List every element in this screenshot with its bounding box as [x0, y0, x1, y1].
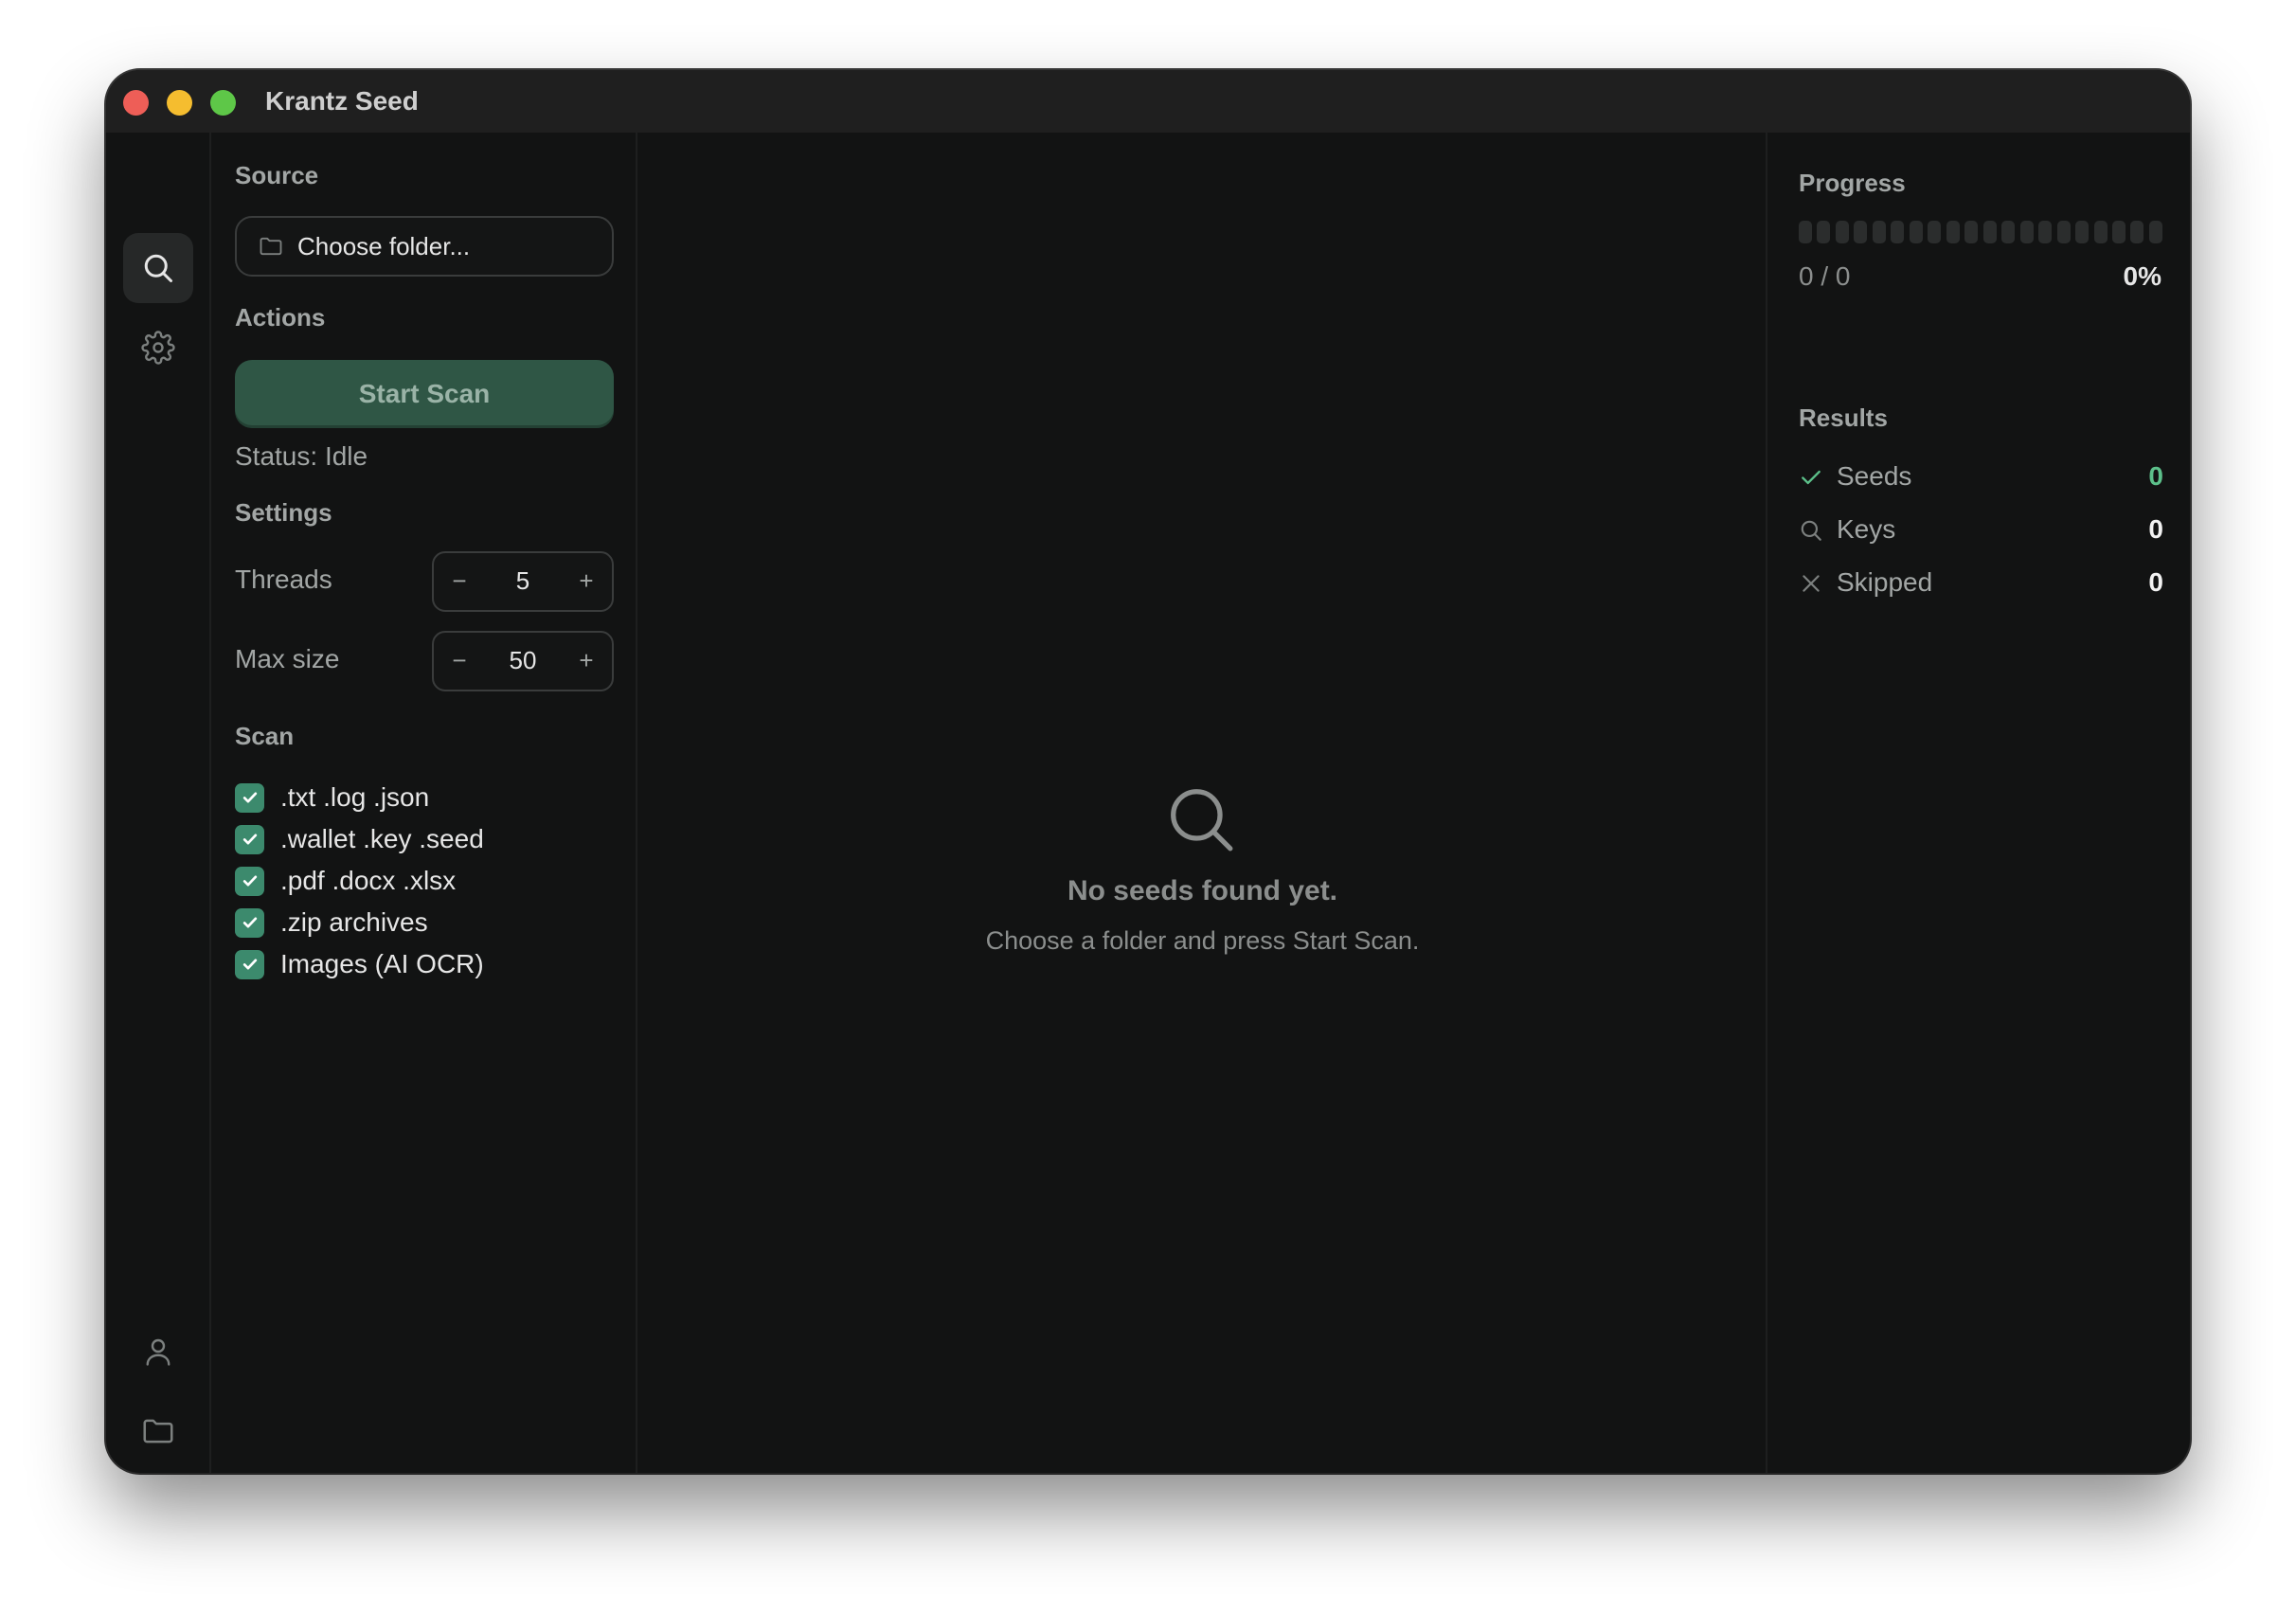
choose-folder-button[interactable]: Choose folder... [235, 216, 614, 277]
search-icon [1171, 789, 1233, 852]
progress-segment [2019, 221, 2034, 243]
minimize-window-button[interactable] [167, 90, 192, 116]
threads-increment-button[interactable]: + [567, 566, 605, 596]
result-value: 0 [2148, 567, 2163, 597]
progress-segment [2001, 221, 2016, 243]
progress-segment [1909, 221, 1923, 243]
max-size-setting: Max size − 50 + [235, 631, 614, 691]
scan-option-label: Images (AI OCR) [280, 949, 484, 978]
checkmark-icon [242, 875, 257, 887]
progress-segment [2056, 221, 2071, 243]
icon-rail [106, 133, 211, 1473]
scan-option-row[interactable]: .wallet .key .seed [235, 822, 484, 856]
progress-percent: 0% [2123, 261, 2161, 291]
progress-segment [1964, 221, 1979, 243]
max-size-decrement-button[interactable]: − [440, 646, 478, 675]
status-text: Status: Idle [235, 441, 368, 471]
window-title: Krantz Seed [265, 86, 419, 116]
settings-heading: Settings [235, 498, 332, 527]
rail-folder-button[interactable] [123, 1396, 193, 1466]
stats-panel: Progress 0 / 0 0% Results Seeds 0 Keys 0… [1766, 133, 2190, 1473]
scan-option-row[interactable]: .zip archives [235, 906, 428, 940]
checkmark-icon [242, 917, 257, 928]
max-size-increment-button[interactable]: + [567, 646, 605, 675]
start-scan-button[interactable]: Start Scan [235, 360, 614, 428]
progress-segment [1835, 221, 1849, 243]
threads-stepper: − 5 + [432, 551, 614, 612]
progress-segment [1854, 221, 1868, 243]
scan-option-label: .txt .log .json [280, 782, 430, 812]
scan-option-label: .wallet .key .seed [280, 824, 484, 853]
progress-bar [1799, 221, 2162, 243]
threads-setting: Threads − 5 + [235, 551, 614, 612]
progress-segment [1982, 221, 1997, 243]
source-heading: Source [235, 161, 319, 189]
empty-state-title: No seeds found yet. [1067, 875, 1338, 906]
rail-account-button[interactable] [123, 1317, 193, 1387]
progress-segment [1799, 221, 1812, 243]
scan-option-row[interactable]: Images (AI OCR) [235, 947, 484, 981]
max-size-label: Max size [235, 644, 340, 673]
progress-segment [2038, 221, 2053, 243]
scan-option-checkbox[interactable] [235, 866, 264, 896]
empty-state-subtitle: Choose a folder and press Start Scan. [985, 926, 1420, 955]
x-icon [1803, 575, 1820, 592]
checkmark-icon [242, 959, 257, 970]
control-panel: Source Choose folder... Actions Start Sc… [212, 133, 637, 1473]
check-icon [1802, 470, 1821, 485]
folder-icon [143, 1419, 173, 1444]
max-size-stepper: − 50 + [432, 631, 614, 691]
progress-segment [1891, 221, 1905, 243]
result-value: 0 [2148, 461, 2163, 491]
folder-icon [260, 237, 282, 256]
checkmark-icon [242, 834, 257, 845]
search-icon [1801, 520, 1821, 541]
scan-option-checkbox[interactable] [235, 824, 264, 854]
app-window: Krantz Seed Source Choose folder... Acti… [106, 70, 2190, 1473]
progress-segment [1872, 221, 1886, 243]
close-window-button[interactable] [123, 90, 149, 116]
results-area: No seeds found yet. Choose a folder and … [639, 133, 1766, 1473]
max-size-value[interactable]: 50 [481, 646, 565, 675]
result-label: Seeds [1837, 461, 1912, 491]
scan-option-row[interactable]: .txt .log .json [235, 780, 429, 815]
scan-option-checkbox[interactable] [235, 907, 264, 938]
progress-segment [2130, 221, 2144, 243]
title-bar: Krantz Seed [106, 70, 2190, 133]
progress-segment [2148, 221, 2162, 243]
scan-option-checkbox[interactable] [235, 949, 264, 979]
result-skipped-row: Skipped 0 [1799, 564, 2163, 601]
threads-decrement-button[interactable]: − [440, 566, 478, 596]
threads-value[interactable]: 5 [481, 566, 565, 596]
result-seeds-row: Seeds 0 [1799, 457, 2163, 495]
scan-option-row[interactable]: .pdf .docx .xlsx [235, 864, 456, 898]
threads-label: Threads [235, 565, 332, 594]
progress-segment [1817, 221, 1831, 243]
progress-segment [2111, 221, 2126, 243]
result-value: 0 [2148, 514, 2163, 544]
choose-folder-label: Choose folder... [297, 231, 471, 260]
gear-icon [141, 331, 175, 365]
progress-segment [1946, 221, 1960, 243]
progress-count: 0 / 0 [1799, 261, 1851, 291]
scan-option-label: .pdf .docx .xlsx [280, 866, 457, 895]
progress-segment [2075, 221, 2090, 243]
progress-segment [2093, 221, 2108, 243]
scan-heading: Scan [235, 722, 295, 750]
user-icon [146, 1338, 170, 1366]
results-heading: Results [1799, 404, 1888, 432]
result-keys-row: Keys 0 [1799, 511, 2163, 548]
maximize-window-button[interactable] [210, 90, 236, 116]
scan-option-label: .zip archives [280, 907, 428, 937]
progress-heading: Progress [1799, 169, 1906, 197]
rail-settings-button[interactable] [123, 313, 193, 383]
actions-heading: Actions [235, 303, 326, 332]
checkmark-icon [242, 792, 257, 803]
search-icon [144, 254, 172, 282]
result-label: Keys [1837, 514, 1896, 544]
result-label: Skipped [1837, 567, 1933, 597]
scan-option-checkbox[interactable] [235, 782, 264, 813]
rail-search-button[interactable] [123, 233, 193, 303]
progress-segment [1928, 221, 1942, 243]
